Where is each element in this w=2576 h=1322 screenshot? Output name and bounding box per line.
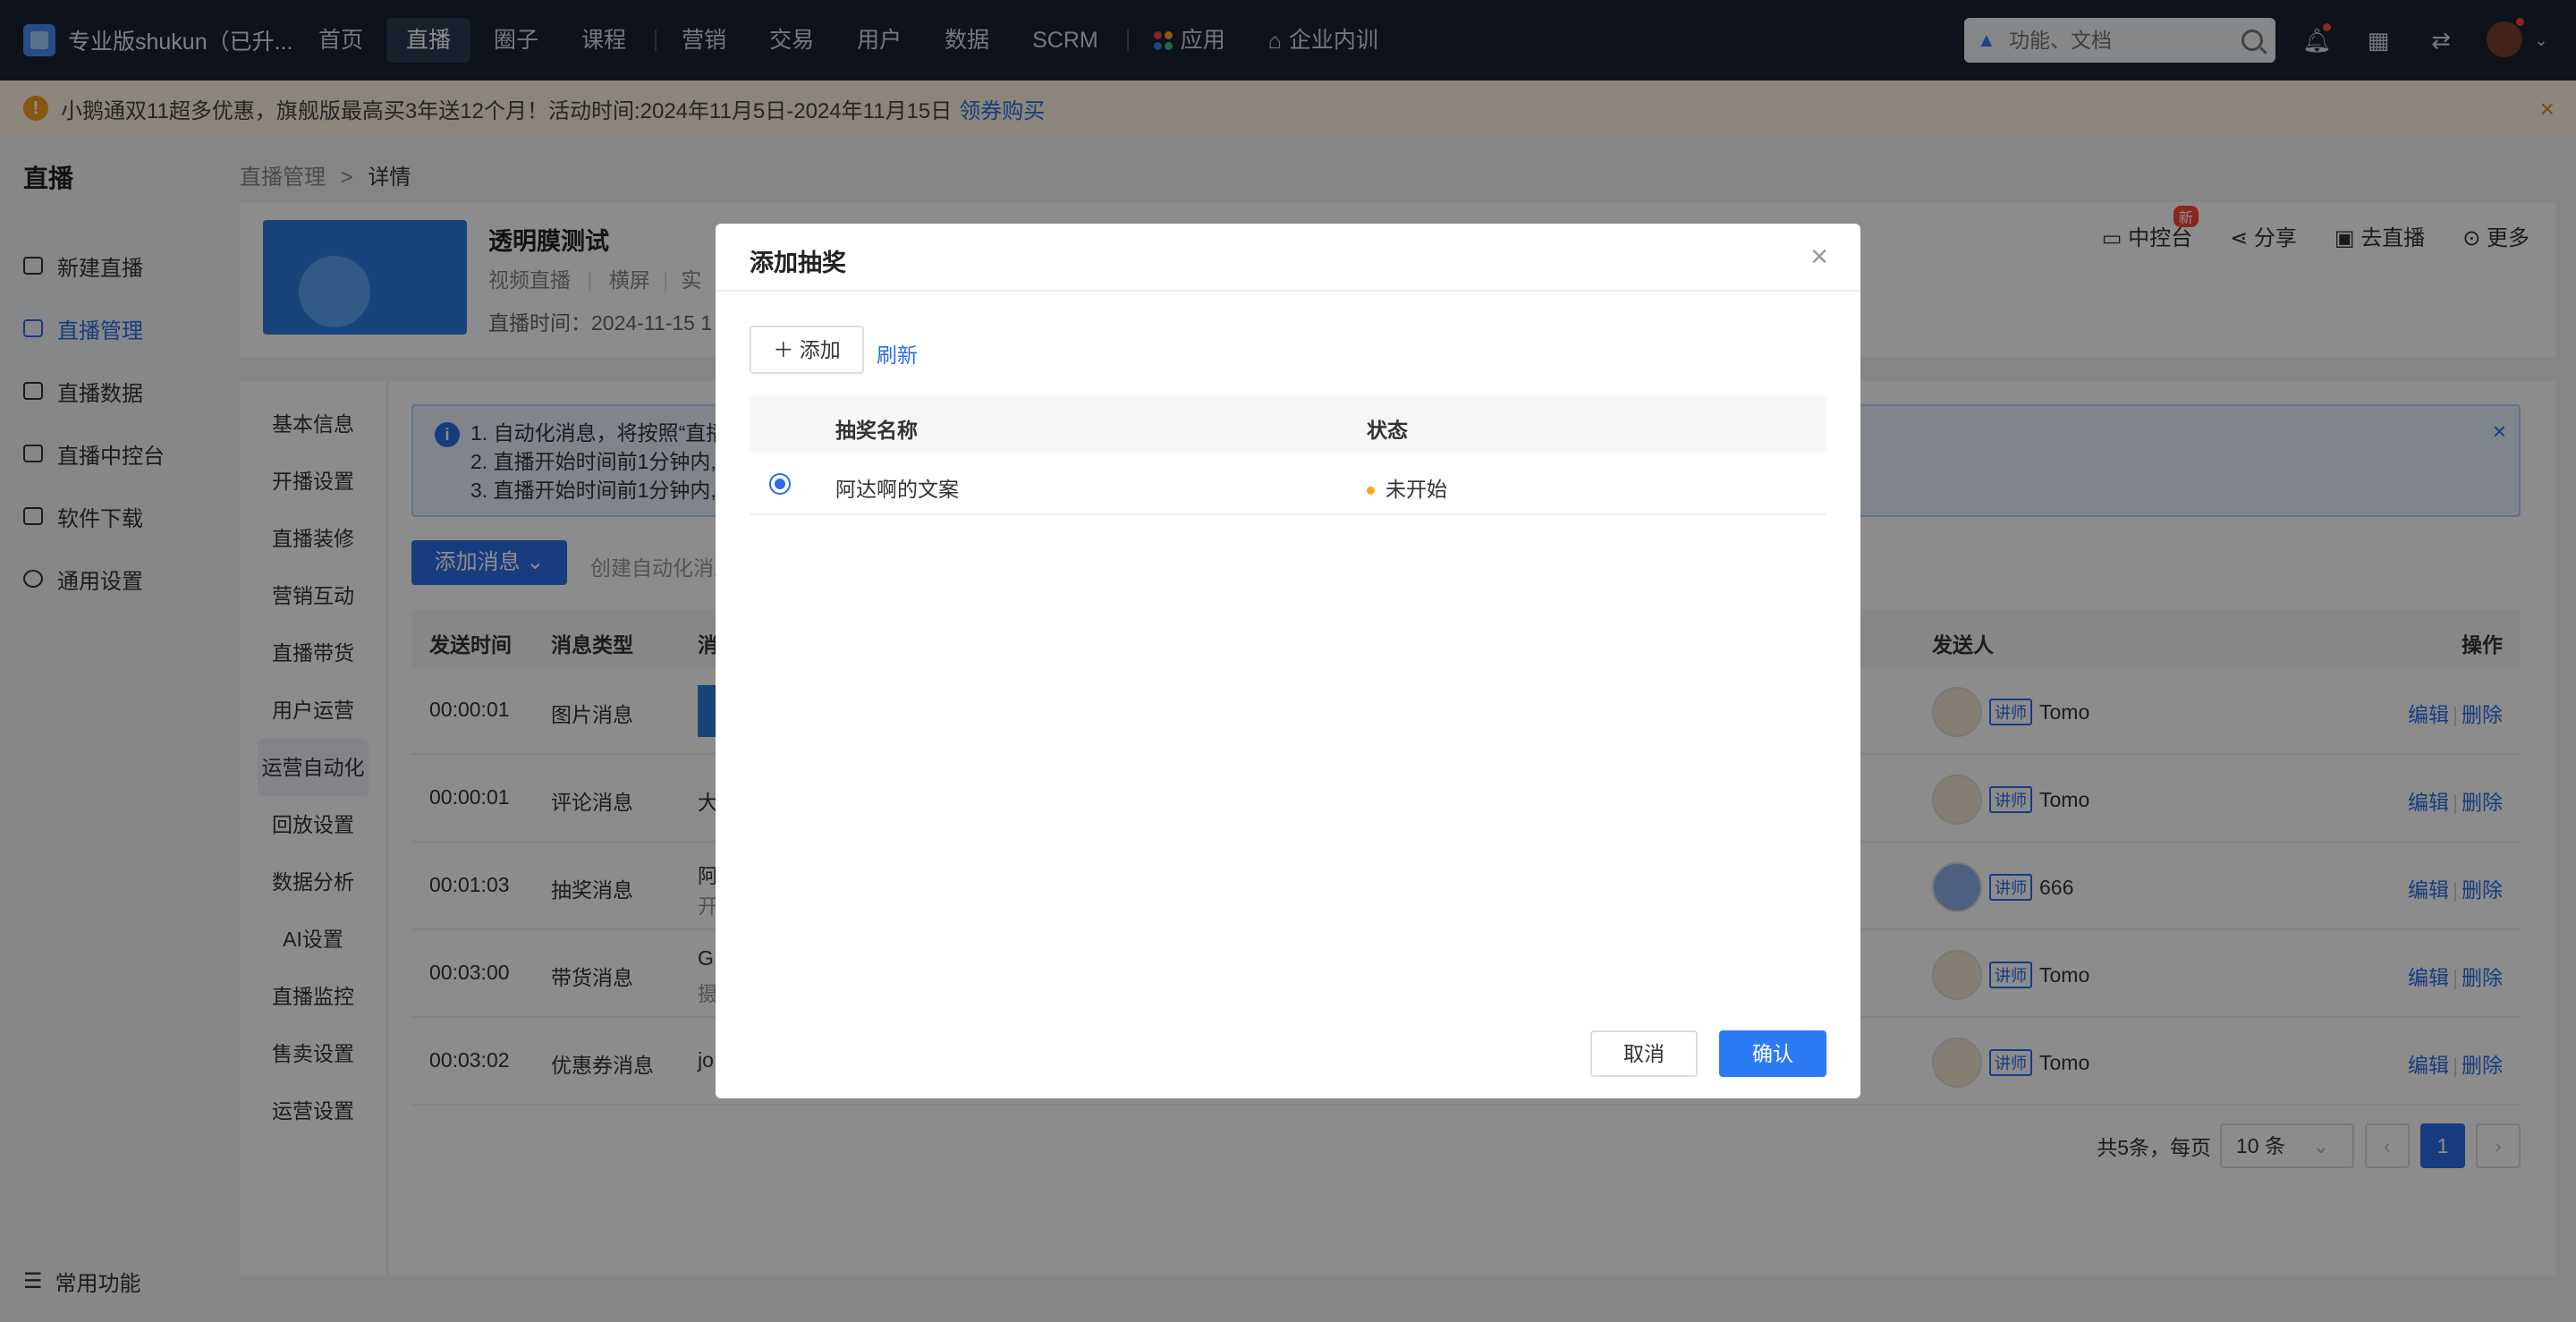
lottery-status-text: 未开始 [1385,478,1447,501]
cancel-button[interactable]: 取消 [1590,1030,1698,1077]
lottery-row[interactable]: 阿达啊的文案 未开始 [750,453,1826,515]
lottery-table-header: 抽奖名称 状态 [750,395,1826,453]
dialog-header: 添加抽奖 × [716,224,1860,292]
plus-icon: ＋ [773,338,800,361]
status-dot-icon [1367,487,1375,496]
lottery-radio[interactable] [769,473,791,495]
refresh-link[interactable]: 刷新 [877,338,918,369]
add-button[interactable]: ＋ 添加 [750,326,864,374]
col-status: 状态 [1367,419,1408,442]
confirm-button[interactable]: 确认 [1719,1030,1826,1077]
col-lottery-name: 抽奖名称 [835,419,918,442]
add-lottery-dialog: 添加抽奖 × ＋ 添加 刷新 抽奖名称 状态 阿达啊的文案 未开始 取消 确认 [716,224,1860,1098]
lottery-status: 未开始 [1367,472,1447,503]
add-button-label: 添加 [799,338,841,361]
lottery-name: 阿达啊的文案 [835,478,959,501]
dialog-title: 添加抽奖 [750,250,846,276]
close-icon[interactable]: × [1810,240,1828,275]
